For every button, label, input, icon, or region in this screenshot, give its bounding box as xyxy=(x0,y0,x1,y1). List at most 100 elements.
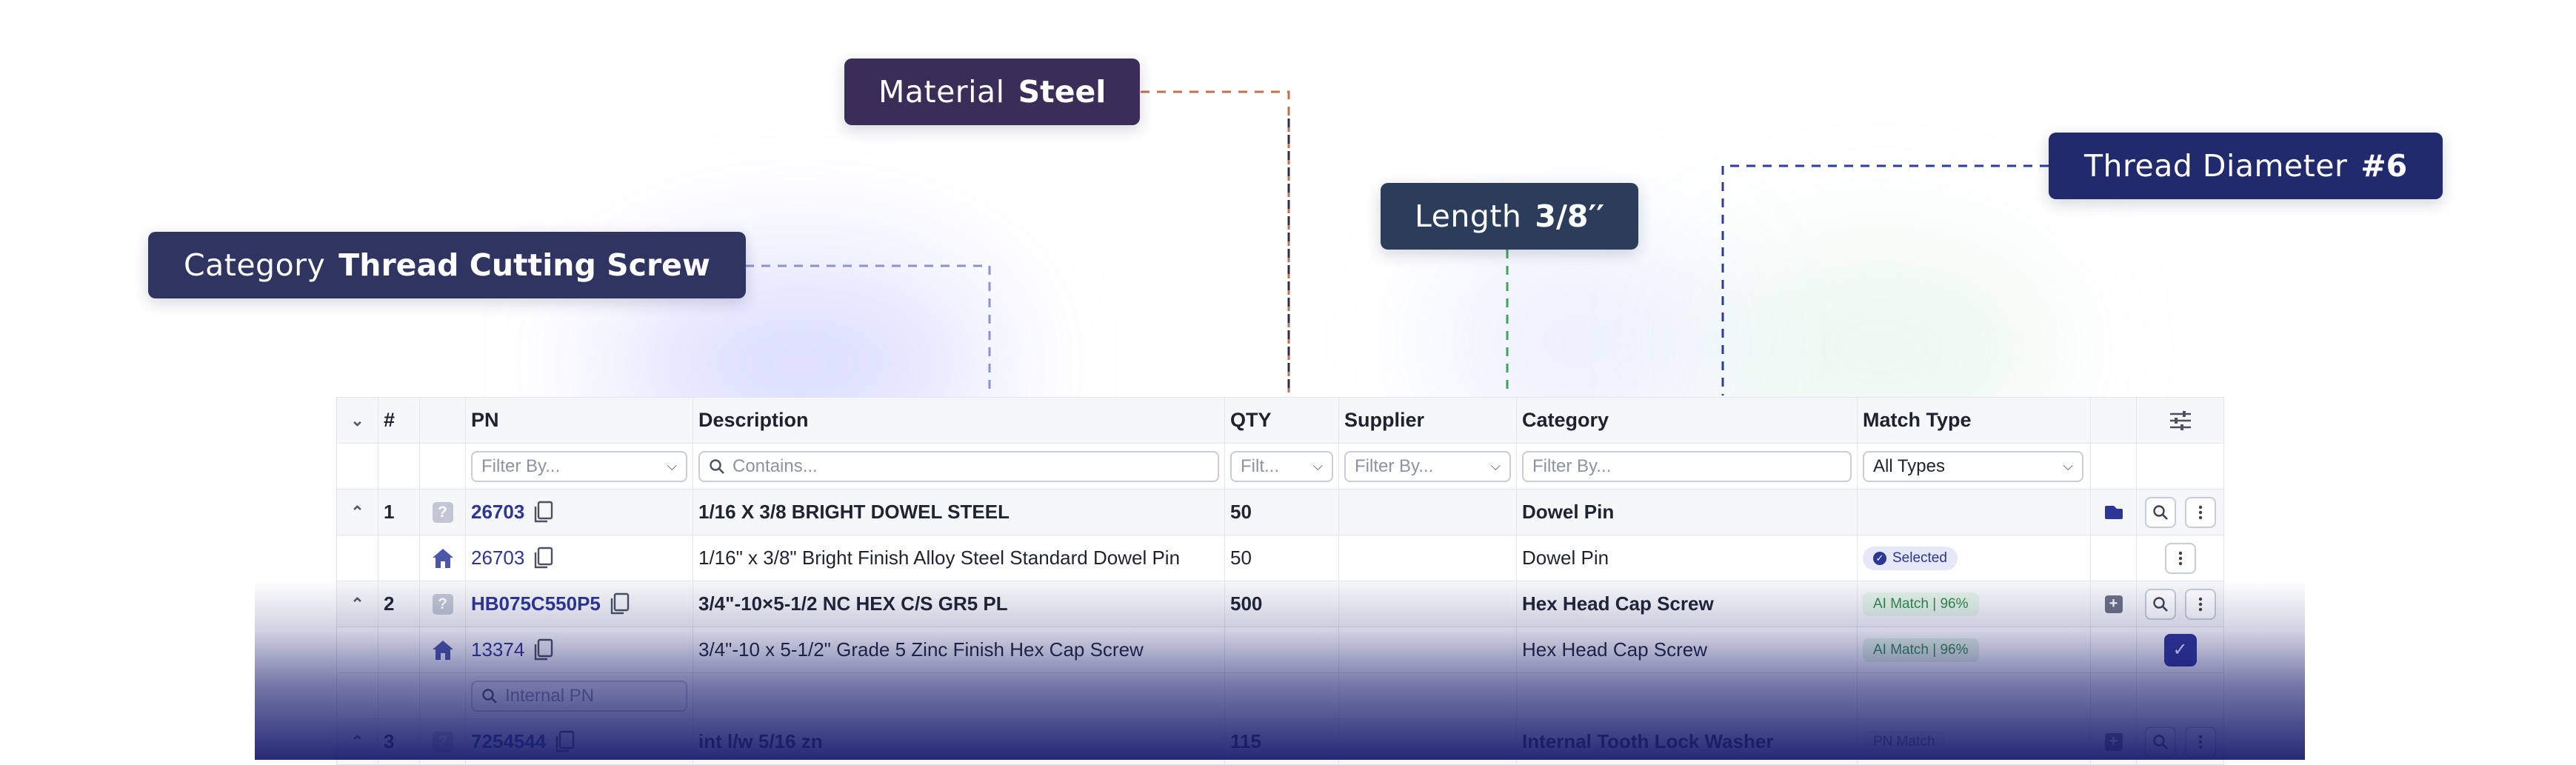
confirm-match-button[interactable]: ✓ xyxy=(2163,633,2197,667)
category-cell: Internal Tooth Lock Washer xyxy=(1517,719,1858,764)
supplier-filter-select[interactable]: Filter By... ⌵ xyxy=(1344,450,1511,482)
description-cell: 3/4"-10 x 5-1/2" Grade 5 Zinc Finish Hex… xyxy=(693,627,1225,672)
plus-square-icon[interactable]: + xyxy=(2104,732,2123,751)
callout-key: Material xyxy=(878,74,1005,110)
length-callout: Length 3/8′′ xyxy=(1381,183,1639,250)
description-cell: 3/4"-10×5-1/2 NC HEX C/S GR5 PL xyxy=(693,581,1225,627)
match-type-cell xyxy=(1858,490,2091,535)
home-icon xyxy=(431,547,455,569)
category-cell: Hex Head Cap Screw xyxy=(1517,581,1858,627)
tag-icon[interactable] xyxy=(2103,504,2124,521)
check-icon: ✓ xyxy=(2172,640,2188,660)
plus-square-icon[interactable]: + xyxy=(2104,595,2123,613)
search-button[interactable] xyxy=(2144,726,2176,758)
row-collapse-toggle[interactable]: ⌃ xyxy=(337,490,378,535)
header-category[interactable]: Category xyxy=(1517,398,1858,443)
category-cell: Hex Head Cap Screw xyxy=(1517,627,1858,672)
header-description[interactable]: Description xyxy=(693,398,1225,443)
table-row[interactable]: ⌃ 3 ? 7254544 int l/w 5/16 zn 115 Intern… xyxy=(337,719,2224,765)
thread-diameter-callout: Thread Diameter #6 xyxy=(2049,133,2443,199)
more-options-button[interactable] xyxy=(2184,496,2216,528)
collapse-all-toggle[interactable]: ⌄ xyxy=(337,398,378,443)
copy-icon[interactable] xyxy=(524,638,554,662)
part-number-link[interactable]: 26703 xyxy=(471,501,524,524)
more-options-button[interactable] xyxy=(2184,726,2216,758)
row-number: 1 xyxy=(378,490,420,535)
header-pn[interactable]: PN xyxy=(466,398,693,443)
question-icon: ? xyxy=(432,593,453,615)
search-icon xyxy=(709,458,725,475)
supplier-cell xyxy=(1339,719,1517,764)
copy-icon[interactable] xyxy=(524,547,554,570)
selected-badge: ✓ Selected xyxy=(1863,546,1958,570)
supplier-cell xyxy=(1339,581,1517,627)
row-number: 2 xyxy=(378,581,420,627)
callout-key: Thread Diameter xyxy=(2084,148,2348,184)
chevron-down-icon: ⌵ xyxy=(1312,458,1323,473)
qty-cell: 50 xyxy=(1225,535,1339,581)
copy-icon[interactable] xyxy=(524,501,554,524)
ai-match-badge: AI Match | 96% xyxy=(1863,638,1979,662)
pn-filter-select[interactable]: Filter By... ⌵ xyxy=(471,450,687,482)
header-icon-column xyxy=(420,398,466,443)
header-supplier[interactable]: Supplier xyxy=(1339,398,1517,443)
row-number: 3 xyxy=(378,719,420,764)
row-collapse-toggle[interactable]: ⌃ xyxy=(337,581,378,627)
chevron-down-icon: ⌵ xyxy=(1490,458,1501,473)
part-number-link[interactable]: 13374 xyxy=(471,638,524,661)
chevron-up-icon: ⌃ xyxy=(350,732,364,751)
copy-icon[interactable] xyxy=(601,592,630,616)
description-filter-input[interactable]: Contains... xyxy=(698,450,1219,482)
pn-match-badge: PN Match xyxy=(1863,729,1946,754)
chevron-down-icon: ⌵ xyxy=(667,458,677,473)
header-action-column xyxy=(2091,398,2137,443)
table-row-match[interactable]: 13374 3/4"-10 x 5-1/2" Grade 5 Zinc Fini… xyxy=(337,627,2224,673)
qty-filter-select[interactable]: Filt... ⌵ xyxy=(1230,450,1333,482)
copy-icon[interactable] xyxy=(546,730,575,754)
description-cell: int l/w 5/16 zn xyxy=(693,719,1225,764)
row-collapse-toggle[interactable]: ⌃ xyxy=(337,719,378,764)
search-button[interactable] xyxy=(2144,588,2176,620)
table-row[interactable]: ⌃ 2 ? HB075C550P5 3/4"-10×5-1/2 NC HEX C… xyxy=(337,581,2224,627)
chevron-down-icon: ⌵ xyxy=(2063,458,2073,473)
chevron-up-icon: ⌃ xyxy=(350,594,364,613)
search-button[interactable] xyxy=(2144,496,2176,528)
table-header-row: ⌄ # PN Description QTY Supplier Category… xyxy=(337,397,2224,444)
qty-cell: 115 xyxy=(1225,719,1339,764)
table-row[interactable]: ⌃ 1 ? 26703 1/16 X 3/8 BRIGHT DOWEL STEE… xyxy=(337,490,2224,535)
search-icon xyxy=(481,688,498,704)
question-icon: ? xyxy=(432,501,453,523)
column-settings-button[interactable] xyxy=(2137,398,2224,443)
more-options-button[interactable] xyxy=(2184,588,2216,620)
parts-table: ⌄ # PN Description QTY Supplier Category… xyxy=(336,397,2224,765)
header-number: # xyxy=(378,398,420,443)
part-number-link[interactable]: HB075C550P5 xyxy=(471,592,601,615)
ai-match-badge: AI Match | 96% xyxy=(1863,592,1979,616)
more-options-button[interactable] xyxy=(2164,542,2196,574)
part-number-link[interactable]: 7254544 xyxy=(471,730,546,753)
category-cell: Dowel Pin xyxy=(1517,490,1858,535)
part-number-link[interactable]: 26703 xyxy=(471,547,524,569)
header-match-type[interactable]: Match Type xyxy=(1858,398,2091,443)
callout-value: Thread Cutting Screw xyxy=(338,247,710,283)
qty-cell xyxy=(1225,627,1339,672)
supplier-cell xyxy=(1339,490,1517,535)
match-type-filter-select[interactable]: All Types ⌵ xyxy=(1863,450,2083,482)
home-icon xyxy=(431,639,455,661)
material-callout: Material Steel xyxy=(844,59,1141,125)
question-icon: ? xyxy=(432,731,453,752)
description-cell: 1/16" x 3/8" Bright Finish Alloy Steel S… xyxy=(693,535,1225,581)
callout-value: 3/8′′ xyxy=(1535,198,1605,234)
category-callout: Category Thread Cutting Screw xyxy=(148,232,746,298)
check-icon: ✓ xyxy=(1873,551,1886,565)
qty-cell: 50 xyxy=(1225,490,1339,535)
category-cell: Dowel Pin xyxy=(1517,535,1858,581)
callout-value: #6 xyxy=(2360,148,2408,184)
chevron-down-icon: ⌄ xyxy=(350,410,364,430)
table-row-match[interactable]: 26703 1/16" x 3/8" Bright Finish Alloy S… xyxy=(337,535,2224,581)
sliders-icon xyxy=(2169,410,2192,431)
internal-pn-search-input[interactable]: Internal PN xyxy=(471,680,687,712)
header-qty[interactable]: QTY xyxy=(1225,398,1339,443)
qty-cell: 500 xyxy=(1225,581,1339,627)
category-filter-input[interactable]: Filter By... xyxy=(1522,450,1852,482)
